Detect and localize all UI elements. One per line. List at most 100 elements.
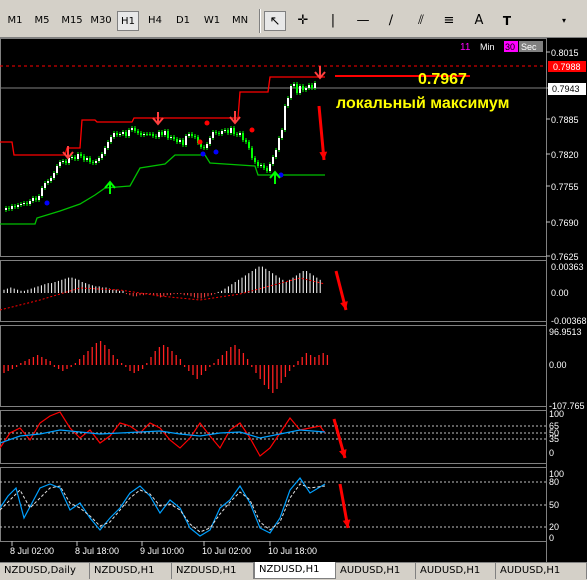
text-icon[interactable]: A	[468, 11, 490, 31]
candle-body	[209, 138, 211, 144]
candle-body	[110, 137, 112, 142]
candle-body	[50, 178, 52, 181]
timer-min-label: Min	[480, 42, 495, 52]
candle-body	[152, 134, 154, 136]
symbol-tab[interactable]: AUDUSD,H1	[416, 563, 496, 579]
candle-body	[62, 161, 64, 162]
symbol-tab[interactable]: AUDUSD,H1	[336, 563, 416, 579]
osc1-scale-label: 0.00	[551, 288, 569, 298]
candle-body	[269, 164, 271, 171]
symbol-tab[interactable]: NZDUSD,Daily	[0, 563, 90, 579]
candle-body	[176, 139, 178, 142]
timeframe-w1-button[interactable]: W1	[201, 11, 223, 31]
time-axis-label: 8 Jul 02:00	[10, 546, 54, 556]
candle-body	[77, 154, 79, 159]
annotation-down-arrow	[317, 105, 326, 161]
candle-body	[257, 162, 259, 166]
candle-body	[284, 106, 286, 130]
green-trailing-stop-line	[0, 154, 325, 225]
price-tick-label: 0.7755	[551, 182, 579, 192]
symbol-tab[interactable]: NZDUSD,H1	[90, 563, 172, 579]
candle-body	[134, 128, 136, 131]
candle-body	[158, 132, 160, 137]
candle-body	[149, 134, 151, 135]
candle-body	[299, 86, 301, 93]
timeframe-h4-button[interactable]: H4	[144, 11, 166, 31]
candle-body	[56, 166, 58, 173]
candle-body	[212, 132, 214, 138]
candle-body	[248, 142, 250, 148]
candle-body	[116, 133, 118, 135]
price-tick-label: 0.7820	[551, 150, 579, 160]
candle-body	[188, 134, 190, 136]
symbol-tabs: NZDUSD,Daily NZDUSD,H1 NZDUSD,H1 NZDUSD,H1 A…	[0, 562, 587, 580]
cursor-arrow-icon[interactable]: ↖	[264, 11, 286, 31]
candle-body	[275, 150, 277, 157]
down-arrow-icon	[314, 66, 326, 80]
signal-dot	[197, 139, 203, 145]
annotation-down-arrow-head	[319, 151, 328, 160]
label-icon[interactable]: T	[496, 11, 518, 31]
osc3-scale-label: 35	[549, 434, 559, 444]
timeframe-d1-button[interactable]: D1	[172, 11, 194, 31]
time-axis-label: 9 Jul 10:00	[140, 546, 184, 556]
candle-body	[254, 158, 256, 162]
timeframe-mn-button[interactable]: MN	[229, 11, 251, 31]
annotation-text: локальный максимум	[336, 95, 509, 112]
candle-body	[215, 132, 217, 133]
osc1-scale-label: 0.00363	[551, 262, 584, 272]
channel-icon[interactable]: ⫽	[410, 11, 432, 31]
symbol-tab[interactable]: AUDUSD,H1	[496, 563, 587, 579]
timeframe-m5-button[interactable]: M5	[31, 11, 53, 31]
price-tick-label: 0.7690	[551, 218, 579, 228]
timeframe-m1-button[interactable]: M1	[4, 11, 26, 31]
candle-body	[59, 162, 61, 166]
up-arrow-icon	[269, 170, 281, 184]
current-price-label: 0.7943	[552, 84, 580, 94]
candle-body	[278, 138, 280, 150]
timeframe-h1-button[interactable]: H1	[117, 11, 139, 31]
candle-body	[131, 128, 133, 130]
osc4-scale-label: 20	[549, 522, 559, 532]
timeframe-m15-button[interactable]: M15	[59, 11, 85, 31]
candle-body	[233, 128, 235, 134]
symbol-tab[interactable]: NZDUSD,H1	[254, 562, 336, 579]
osc3-scale-label: 0	[549, 448, 554, 458]
candle-body	[113, 133, 115, 137]
candle-body	[161, 132, 163, 135]
candle-body	[26, 203, 28, 204]
candle-body	[125, 132, 127, 136]
timer-min-value: 30	[505, 42, 515, 52]
candle-body	[92, 162, 94, 163]
candle-body	[23, 203, 25, 204]
trendline-icon[interactable]: ∕	[380, 11, 402, 31]
crosshair-icon[interactable]: ✛	[292, 11, 314, 31]
oscillator-panel-3	[0, 410, 547, 464]
osc2-scale-label: 96.9513	[549, 327, 582, 337]
candle-body	[104, 148, 106, 154]
candle-body	[260, 165, 262, 166]
candle-body	[164, 131, 166, 135]
candle-body	[305, 88, 307, 90]
candle-body	[203, 147, 205, 148]
symbol-tab[interactable]: NZDUSD,H1	[172, 563, 254, 579]
candle-body	[137, 131, 139, 133]
candle-body	[5, 208, 7, 210]
toolbar-more-icon[interactable]: ▾	[556, 11, 572, 31]
candle-body	[185, 136, 187, 145]
candle-body	[293, 84, 295, 86]
timeframe-m30-button[interactable]: M30	[88, 11, 114, 31]
chart-window[interactable]: 0.80150.79500.78850.78200.77550.76900.76…	[0, 38, 587, 562]
horizontal-line-icon[interactable]: —	[352, 11, 374, 31]
candle-body	[128, 130, 130, 136]
candle-body	[272, 157, 274, 164]
timer-sec-label: Sec	[521, 42, 537, 52]
price-tick-label: 0.7885	[551, 115, 579, 125]
candle-body	[86, 158, 88, 160]
red-trailing-stop-line	[0, 76, 325, 156]
vertical-line-icon[interactable]: |	[322, 11, 344, 31]
signal-dot	[44, 200, 50, 206]
candle-body	[41, 188, 43, 196]
candle-body	[308, 85, 310, 88]
fibonacci-icon[interactable]: ≡	[438, 11, 460, 31]
